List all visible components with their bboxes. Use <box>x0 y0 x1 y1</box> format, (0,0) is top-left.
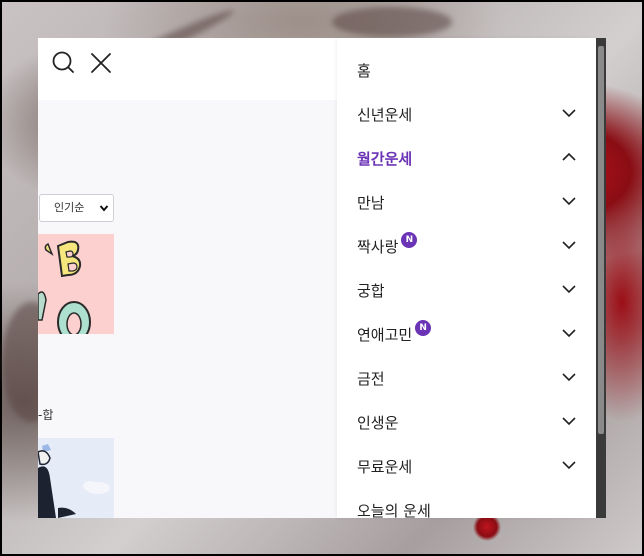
menu-item-label: 홈 <box>357 62 371 80</box>
menu-item-label: 만남 <box>357 194 385 212</box>
chevron-down-icon <box>562 417 576 426</box>
close-icon[interactable] <box>88 50 114 76</box>
menu-item-label: 월간운세 <box>357 150 413 168</box>
menu-item-meeting[interactable]: 만남 <box>337 180 596 224</box>
chevron-up-icon <box>562 152 576 161</box>
search-icon[interactable] <box>51 50 77 76</box>
sort-selected-label: 인기순 <box>54 201 85 214</box>
menu-item-label: 오늘의 운세 <box>357 502 431 518</box>
navigation-menu: 홈 신년운세 월간운세 만남 짝사랑 N 궁합 연애고민 N 금전 인생운 무료… <box>337 38 596 518</box>
sort-dropdown[interactable]: 인기순 <box>39 194 114 222</box>
content-panel: 인기순 -합 <box>38 38 337 518</box>
chevron-down-icon <box>562 373 576 382</box>
menu-item-crush[interactable]: 짝사랑 N <box>337 224 596 268</box>
chevron-down-icon <box>99 205 109 212</box>
menu-item-label: 무료운세 <box>357 458 413 476</box>
chevron-down-icon <box>562 329 576 338</box>
chevron-down-icon <box>562 197 576 206</box>
window-frame: 인기순 -합 홈 신년운세 월간운세 만남 짝사랑 N 궁합 연애고민 N 금전… <box>0 0 644 556</box>
chevron-down-icon <box>562 285 576 294</box>
new-badge: N <box>415 320 432 336</box>
content-thumbnail[interactable] <box>38 438 114 518</box>
menu-item-money[interactable]: 금전 <box>337 356 596 400</box>
search-header <box>38 38 337 100</box>
menu-item-label: 궁합 <box>357 282 385 300</box>
menu-item-text: 연애고민 <box>357 326 413 344</box>
abc-letters-illustration <box>38 240 91 334</box>
menu-item-label: 신년운세 <box>357 106 413 124</box>
menu-item-label: 짝사랑 N <box>357 232 418 257</box>
menu-item-new-year-fortune[interactable]: 신년운세 <box>337 92 596 136</box>
menu-item-label: 연애고민 N <box>357 320 432 345</box>
menu-item-compatibility[interactable]: 궁합 <box>337 268 596 312</box>
content-title-partial: -합 <box>38 408 54 422</box>
background-branch <box>332 7 452 37</box>
new-badge: N <box>401 232 418 248</box>
chevron-down-icon <box>562 241 576 250</box>
menu-item-life-fortune[interactable]: 인생운 <box>337 400 596 444</box>
menu-item-label: 금전 <box>357 370 385 388</box>
menu-item-monthly-fortune[interactable]: 월간운세 <box>337 136 596 180</box>
chevron-down-icon <box>562 109 576 118</box>
menu-item-text: 짝사랑 <box>357 238 399 256</box>
person-illustration <box>38 444 110 518</box>
menu-item-love-concerns[interactable]: 연애고민 N <box>337 312 596 356</box>
menu-scrollbar[interactable] <box>596 38 606 518</box>
menu-item-home[interactable]: 홈 <box>337 48 596 92</box>
chevron-down-icon <box>562 461 576 470</box>
menu-item-free-fortune[interactable]: 무료운세 <box>337 444 596 488</box>
scrollbar-thumb[interactable] <box>598 46 604 434</box>
menu-item-label: 인생운 <box>357 414 399 432</box>
content-thumbnail[interactable] <box>38 234 114 334</box>
menu-item-today-fortune[interactable]: 오늘의 운세 <box>337 488 596 518</box>
